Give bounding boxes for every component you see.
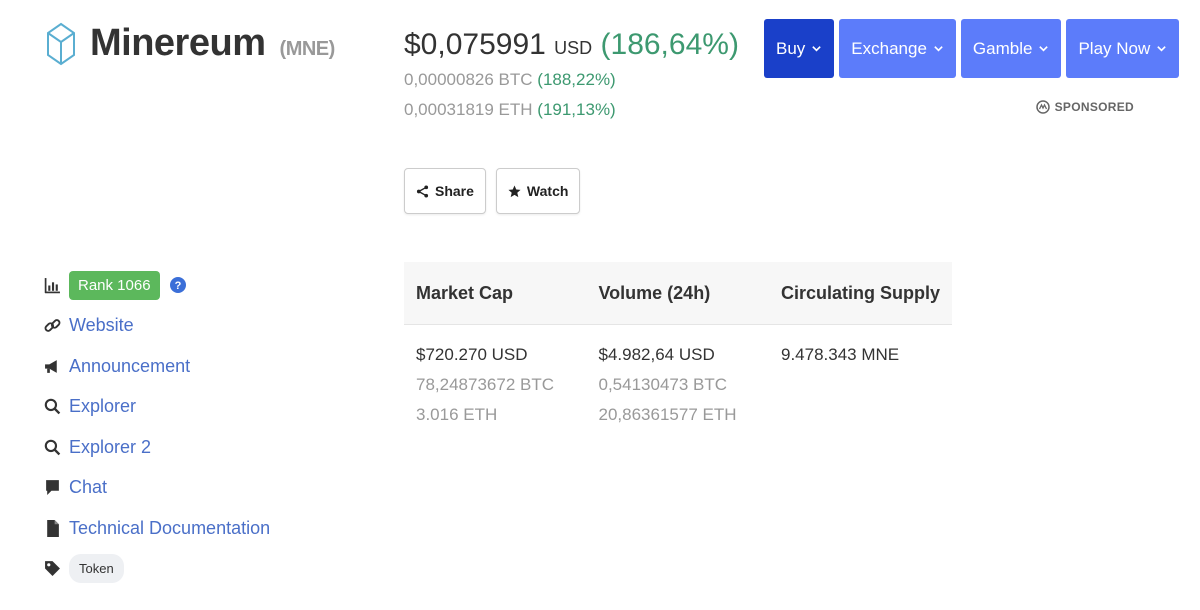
chat-row: Chat	[44, 468, 270, 509]
supply-header: Circulating Supply	[781, 282, 941, 303]
volume-header: Volume (24h)	[598, 282, 711, 303]
coin-name: Minereum	[90, 22, 266, 64]
svg-text:?: ?	[174, 280, 181, 292]
sponsored-label[interactable]: SPONSORED	[1035, 100, 1134, 114]
chevron-down-icon	[934, 46, 943, 52]
volume-eth: 20,86361577 ETH	[598, 405, 737, 424]
coin-logo-icon	[46, 22, 76, 66]
volume-cell: $4.982,64 USD 0,54130473 BTC 20,86361577…	[587, 345, 770, 425]
search-icon	[44, 398, 69, 415]
tech-docs-link[interactable]: Technical Documentation	[69, 518, 270, 539]
coin-links: Rank 1066 ? Website Announcement Explore…	[44, 265, 270, 589]
price-eth-line: 0,00031819 ETH (191,13%)	[404, 100, 739, 120]
supply-value: 9.478.343 MNE	[781, 345, 900, 364]
supply-cell: 9.478.343 MNE	[769, 345, 952, 425]
gamble-label: Gamble	[972, 38, 1033, 58]
volume-usd: $4.982,64 USD	[598, 345, 715, 364]
price-unit: USD	[554, 38, 593, 58]
play-now-button[interactable]: Play Now	[1066, 19, 1180, 78]
link-icon	[44, 317, 69, 334]
help-icon[interactable]: ?	[169, 277, 186, 294]
tag-chip[interactable]: Token	[69, 554, 124, 584]
coin-symbol: (MNE)	[279, 38, 336, 60]
announcement-row: Announcement	[44, 346, 270, 387]
stats-header-row: Market Cap Volume (24h) Circulating Supp…	[404, 262, 952, 325]
price-btc-change: (188,22%)	[537, 70, 616, 89]
chat-bubble-icon	[44, 479, 69, 496]
tag-icon	[44, 560, 69, 577]
volume-btc: 0,54130473 BTC	[598, 375, 728, 394]
tag-row: Token	[44, 549, 270, 590]
chevron-down-icon	[1039, 46, 1049, 52]
rank-badge: Rank 1066	[69, 270, 160, 300]
announcement-link[interactable]: Announcement	[69, 356, 190, 377]
megaphone-icon	[44, 358, 69, 375]
website-link[interactable]: Website	[69, 315, 134, 336]
exchange-button[interactable]: Exchange	[839, 19, 956, 78]
chevron-down-icon	[1157, 46, 1167, 52]
explorer-link[interactable]: Explorer	[69, 396, 136, 417]
share-button[interactable]: Share	[404, 168, 486, 214]
market-cap-cell: $720.270 USD 78,24873672 BTC 3.016 ETH	[404, 345, 587, 425]
rank-row: Rank 1066 ?	[44, 265, 270, 306]
bar-chart-icon	[44, 277, 69, 294]
stats-table: Market Cap Volume (24h) Circulating Supp…	[404, 262, 952, 425]
market-cap-usd: $720.270 USD	[416, 345, 528, 364]
price-line: $0,075991 USD (186,64%)	[404, 28, 739, 62]
chevron-down-icon	[812, 46, 822, 52]
watch-label: Watch	[526, 183, 569, 199]
share-icon	[416, 184, 429, 198]
share-label: Share	[435, 183, 474, 199]
buy-label: Buy	[776, 38, 806, 58]
website-row: Website	[44, 306, 270, 347]
sponsored-text: SPONSORED	[1054, 100, 1134, 114]
explorer2-row: Explorer 2	[44, 427, 270, 468]
tech-docs-row: Technical Documentation	[44, 508, 270, 549]
price-eth: 0,00031819 ETH	[404, 100, 533, 119]
price-eth-change: (191,13%)	[537, 100, 616, 119]
coin-title: Minereum (MNE)	[90, 22, 335, 65]
play-now-label: Play Now	[1078, 38, 1151, 58]
top-button-group: Buy Exchange Gamble Play Now	[764, 19, 1180, 78]
price-btc: 0,00000826 BTC	[404, 70, 533, 89]
price-btc-line: 0,00000826 BTC (188,22%)	[404, 70, 739, 90]
chat-link[interactable]: Chat	[69, 477, 107, 498]
star-icon	[508, 184, 521, 197]
explorer2-link[interactable]: Explorer 2	[69, 437, 151, 458]
watch-button[interactable]: Watch	[495, 168, 581, 214]
buy-button[interactable]: Buy	[764, 19, 835, 78]
market-cap-btc: 78,24873672 BTC	[416, 375, 554, 394]
gamble-button[interactable]: Gamble	[960, 19, 1062, 78]
price-block: $0,075991 USD (186,64%) 0,00000826 BTC (…	[404, 28, 739, 120]
exchange-label: Exchange	[851, 38, 927, 58]
price-usd: $0,075991	[404, 28, 546, 61]
explorer-row: Explorer	[44, 387, 270, 428]
stats-body-row: $720.270 USD 78,24873672 BTC 3.016 ETH $…	[404, 325, 952, 425]
document-icon	[44, 519, 69, 537]
action-row: Share Watch	[404, 168, 581, 214]
market-cap-eth: 3.016 ETH	[416, 405, 498, 424]
market-cap-header: Market Cap	[416, 282, 514, 303]
price-change: (186,64%)	[600, 28, 739, 61]
search-icon	[44, 439, 69, 456]
sponsor-logo-icon	[1035, 100, 1050, 114]
